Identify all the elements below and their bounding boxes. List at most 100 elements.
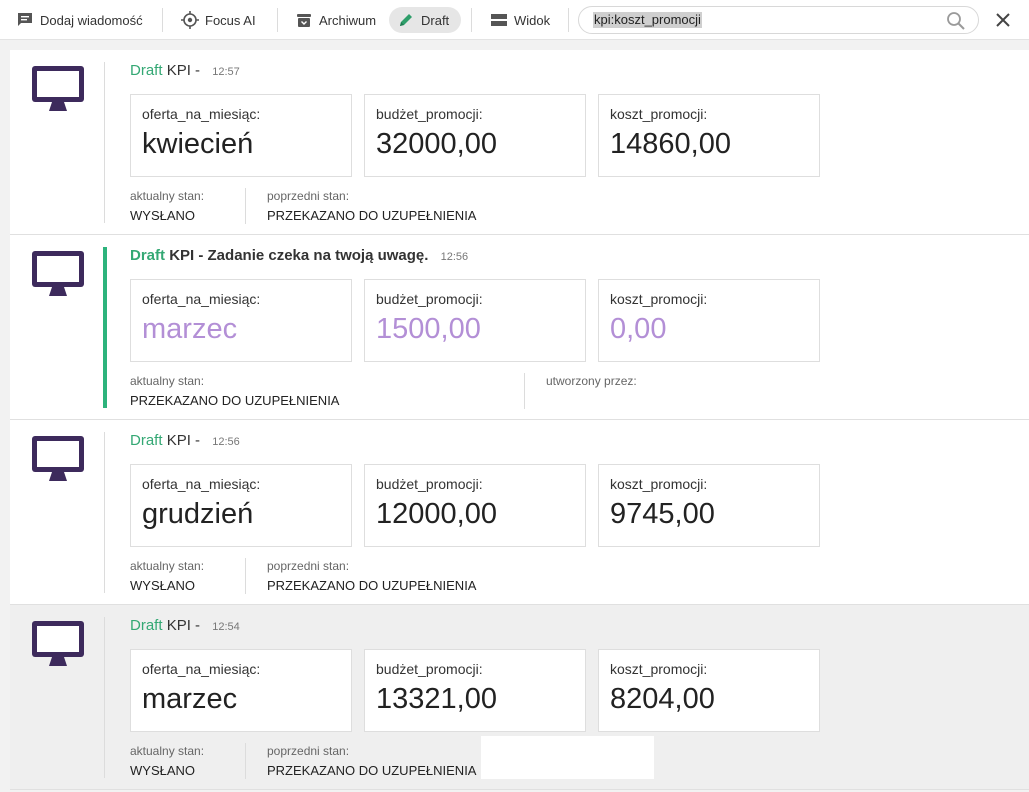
status-divider — [245, 743, 246, 779]
monitor-icon — [32, 621, 84, 666]
search-query: kpi:koszt_promocji — [593, 12, 702, 28]
message-title: KPI - — [166, 617, 201, 634]
field-value: kwiecień — [142, 128, 254, 160]
field-value: 12000,00 — [376, 498, 497, 530]
kpi-field-card: oferta_na_miesiąc: kwiecień — [130, 94, 352, 177]
focus-ai-button[interactable]: Focus AI — [173, 7, 264, 33]
focus-ai-label: Focus AI — [205, 12, 256, 28]
current-status-value: WYSŁANO — [130, 208, 196, 223]
field-label: oferta_na_miesiąc: — [142, 661, 261, 677]
field-label: oferta_na_miesiąc: — [142, 106, 261, 122]
view-label: Widok — [514, 12, 551, 28]
draft-label: Draft — [421, 12, 450, 28]
previous-status-value: PRZEKAZANO DO UZUPEŁNIENIA — [267, 208, 477, 223]
archive-icon — [297, 14, 311, 27]
kpi-field-card: oferta_na_miesiąc: marzec — [130, 279, 352, 362]
current-status-label: aktualny stan: — [130, 559, 205, 573]
message-card[interactable]: Draft KPI - 12:54 oferta_na_miesiąc: mar… — [10, 605, 1029, 790]
draft-tag: Draft — [130, 62, 163, 79]
kpi-field-card: koszt_promocji: 8204,00 — [598, 649, 820, 732]
message-time: 12:56 — [212, 436, 240, 448]
previous-status-value: PRZEKAZANO DO UZUPEŁNIENIA — [267, 763, 477, 778]
current-status-label: aktualny stan: — [130, 744, 205, 758]
field-label: oferta_na_miesiąc: — [142, 291, 261, 307]
search-input[interactable]: kpi:koszt_promocji — [578, 6, 979, 34]
focus-target-icon — [181, 11, 199, 29]
kpi-field-card: koszt_promocji: 0,00 — [598, 279, 820, 362]
field-label: budżet_promocji: — [376, 106, 483, 122]
message-divider — [104, 617, 105, 778]
kpi-field-card: budżet_promocji: 32000,00 — [364, 94, 586, 177]
archive-button[interactable]: Archiwum — [287, 7, 384, 33]
message-time: 12:56 — [440, 251, 469, 263]
view-icon — [491, 14, 507, 26]
view-button[interactable]: Widok — [482, 7, 558, 33]
current-status-label: aktualny stan: — [130, 374, 205, 388]
field-label: koszt_promocji: — [610, 291, 708, 307]
message-header: Draft KPI - 12:57 — [130, 62, 240, 79]
kpi-field-card: budżet_promocji: 1500,00 — [364, 279, 586, 362]
message-time: 12:54 — [212, 621, 240, 633]
status-divider — [524, 373, 525, 409]
status-divider — [245, 558, 246, 594]
previous-status-value: PRZEKAZANO DO UZUPEŁNIENIA — [267, 578, 477, 593]
field-value: marzec — [142, 313, 238, 345]
message-card[interactable]: Draft KPI - 12:57 oferta_na_miesiąc: kwi… — [10, 50, 1029, 235]
draft-tag: Draft — [130, 247, 166, 264]
field-label: koszt_promocji: — [610, 476, 708, 492]
field-label: budżet_promocji: — [376, 291, 483, 307]
message-header: Draft KPI - Zadanie czeka na twoją uwagę… — [130, 247, 468, 264]
monitor-icon — [32, 251, 84, 296]
search-icon[interactable] — [946, 11, 966, 31]
message-card[interactable]: Draft KPI - 12:56 oferta_na_miesiąc: gru… — [10, 420, 1029, 605]
current-status-label: aktualny stan: — [130, 189, 205, 203]
current-status-value: WYSŁANO — [130, 763, 196, 778]
field-value: 1500,00 — [376, 313, 481, 345]
add-message-button[interactable]: Dodaj wiadomość — [8, 7, 151, 33]
field-label: koszt_promocji: — [610, 661, 708, 677]
message-title: KPI - Zadanie czeka na twoją uwagę. — [169, 247, 429, 264]
message-title: KPI - — [166, 432, 201, 449]
previous-status-label: poprzedni stan: — [267, 559, 350, 573]
message-divider — [104, 432, 105, 593]
field-value: grudzień — [142, 498, 254, 530]
kpi-field-card: koszt_promocji: 9745,00 — [598, 464, 820, 547]
message-title: KPI - — [166, 62, 201, 79]
field-label: budżet_promocji: — [376, 661, 483, 677]
field-value: marzec — [142, 683, 238, 715]
kpi-field-card: budżet_promocji: 13321,00 — [364, 649, 586, 732]
message-card[interactable]: Draft KPI - Zadanie czeka na twoją uwagę… — [10, 235, 1029, 420]
toolbar-divider — [471, 8, 472, 32]
previous-status-label: poprzedni stan: — [267, 189, 350, 203]
field-label: koszt_promocji: — [610, 106, 708, 122]
message-header: Draft KPI - 12:56 — [130, 432, 240, 449]
message-divider — [104, 62, 105, 223]
kpi-field-card: koszt_promocji: 14860,00 — [598, 94, 820, 177]
kpi-field-card: budżet_promocji: 12000,00 — [364, 464, 586, 547]
message-icon — [18, 13, 32, 26]
monitor-icon — [32, 66, 84, 111]
draft-button[interactable]: Draft — [389, 7, 461, 33]
field-label: budżet_promocji: — [376, 476, 483, 492]
created-by-label: utworzony przez: — [546, 374, 637, 388]
kpi-field-card: oferta_na_miesiąc: grudzień — [130, 464, 352, 547]
current-status-value: WYSŁANO — [130, 578, 196, 593]
pencil-icon — [400, 14, 412, 26]
archive-label: Archiwum — [319, 12, 377, 28]
current-status-value: PRZEKAZANO DO UZUPEŁNIENIA — [130, 393, 340, 408]
redacted-area — [481, 736, 654, 779]
toolbar-divider — [568, 8, 569, 32]
toolbar-divider — [162, 8, 163, 32]
monitor-icon — [32, 436, 84, 481]
field-label: oferta_na_miesiąc: — [142, 476, 261, 492]
message-separator — [10, 789, 1029, 790]
toolbar: Dodaj wiadomość Focus AI Archiwum Draft … — [0, 0, 1029, 40]
field-value: 9745,00 — [610, 498, 715, 530]
field-value: 32000,00 — [376, 128, 497, 160]
field-value: 0,00 — [610, 313, 667, 345]
add-message-label: Dodaj wiadomość — [40, 12, 143, 28]
draft-tag: Draft — [130, 432, 163, 449]
draft-tag: Draft — [130, 617, 163, 634]
toolbar-divider — [277, 8, 278, 32]
close-icon[interactable] — [993, 10, 1013, 30]
